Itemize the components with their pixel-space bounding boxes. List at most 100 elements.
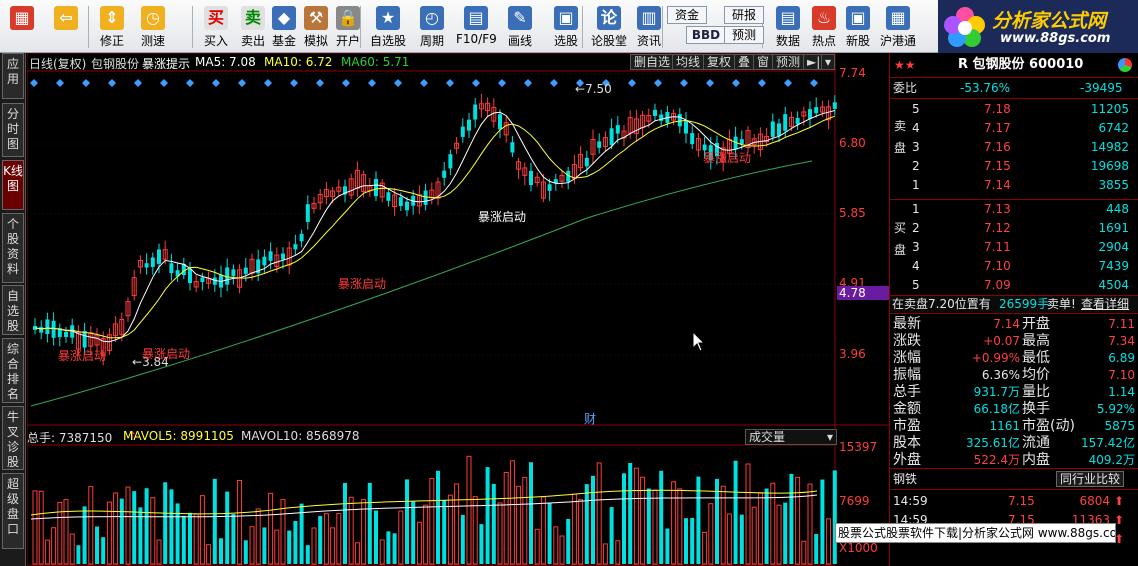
period-clock-icon: ◴ <box>420 6 444 30</box>
signal-diamond <box>264 79 272 87</box>
toolbar-button-select-stock[interactable]: ▣ 选股 <box>546 4 586 52</box>
volume-bar <box>249 526 255 565</box>
toolbar-button-buy[interactable]: 买买入 <box>200 4 232 52</box>
candle-body <box>770 121 775 137</box>
left-tab-7[interactable]: 超级盘口 <box>2 473 24 549</box>
toolbar-button-news[interactable]: ▥ 资讯 <box>633 4 665 52</box>
volume-bar <box>739 514 744 564</box>
buy-level-row[interactable]: 1 7.13 448 <box>890 201 1138 217</box>
volume-bar <box>330 527 336 565</box>
signal-diamond <box>550 79 558 87</box>
volume-bar <box>44 539 50 565</box>
y-tick: 6.80 <box>839 136 866 150</box>
candle-body <box>510 142 515 153</box>
ma-toggle-button[interactable]: 均线 <box>672 54 705 70</box>
toolbar-button-up-down[interactable]: ⇕ 修正 <box>95 4 129 52</box>
volume-bar <box>485 467 490 564</box>
sell-level-row[interactable]: 3 7.16 14982 <box>890 139 1138 155</box>
up-arrow-icon: ⬆ <box>1114 494 1125 508</box>
volume-unit: X1000 <box>839 541 878 555</box>
toolbar-button-fire[interactable]: ♨ 热点 <box>808 4 840 52</box>
adjust-button[interactable]: 复权 <box>703 54 736 70</box>
volume-indicator-select[interactable]: 成交量 ▾ <box>745 429 837 445</box>
sell-level-row[interactable]: 1 7.14 3855 <box>890 177 1138 193</box>
candle-body <box>609 128 614 146</box>
buy-level-row[interactable]: 3 7.11 2904 <box>890 239 1138 255</box>
toolbar-button-fund[interactable]: ◆ 基金 <box>268 4 300 52</box>
toolbar-button-clock[interactable]: ◷ 测速 <box>136 4 170 52</box>
toolbar-button-star-list[interactable]: ★ 自选股 <box>368 4 408 52</box>
candle-body <box>547 184 552 191</box>
toolbar-button-hk-connect[interactable]: ▦ 沪港通 <box>878 4 918 52</box>
sell-level-row[interactable]: 4 7.17 6742 <box>890 120 1138 136</box>
candle-body <box>157 249 161 264</box>
toolbar-button-pe-data[interactable]: ▤ 数据 <box>770 4 806 52</box>
stat-row: 振幅 6.36% 均价 7.10 <box>893 367 1135 383</box>
toolbar-button-discuss[interactable]: 论论股堂 <box>589 4 629 52</box>
buy-level-row[interactable]: 5 7.09 4504 <box>890 277 1138 293</box>
left-tab-4[interactable]: 自选股 <box>2 285 24 335</box>
volume-bar <box>684 518 688 564</box>
sell-level-row[interactable]: 5 7.18 11205 <box>890 101 1138 117</box>
sell-level-row[interactable]: 2 7.15 19698 <box>890 158 1138 174</box>
window-button[interactable]: 窗 <box>753 54 774 70</box>
volume-bar <box>255 508 261 565</box>
volume-bar <box>770 482 776 565</box>
delete-watchlist-button[interactable]: 删自选 <box>630 54 675 70</box>
volume-bar <box>696 476 701 564</box>
volume-bar <box>95 526 99 564</box>
volume-bar <box>447 494 453 565</box>
volume-bar <box>733 460 738 564</box>
toolbar-button-pen[interactable]: ✎ 画线 <box>500 4 540 52</box>
overlay-button[interactable]: 叠 <box>734 54 755 70</box>
volume-bar <box>348 496 354 565</box>
ma60-label: MA60: 5.71 <box>341 55 410 69</box>
volume-bar <box>132 491 137 564</box>
toolbar-button-period-clock[interactable]: ◴ 周期 <box>412 4 452 52</box>
volume-bar <box>262 527 267 564</box>
left-tab-3[interactable]: 个股资料 <box>2 213 24 283</box>
toolbar-button-sell[interactable]: 卖卖出 <box>237 4 269 52</box>
candle-body <box>473 104 478 120</box>
buy-level-row[interactable]: 4 7.10 7439 <box>890 258 1138 274</box>
volume-bar <box>479 524 484 564</box>
toolbar-button-grid-app[interactable]: ▦ <box>4 4 40 52</box>
pie-icon[interactable] <box>1118 58 1132 72</box>
candle-body <box>739 139 744 144</box>
toolbar-button-new-stock[interactable]: ▣ 新股 <box>842 4 874 52</box>
industry-compare-button[interactable]: 同行业比较 <box>1056 471 1125 487</box>
finance-event-marker[interactable]: 财 <box>584 410 596 427</box>
stat-row: 总手 931.7万 量比 1.14 <box>893 384 1135 400</box>
left-tab-5[interactable]: 综合排名 <box>2 338 24 403</box>
candle-body <box>442 170 447 178</box>
pen-icon: ✎ <box>508 6 532 30</box>
ad-banner[interactable]: 股票公式股票软件下载|分析家公式网 www.88gs.com <box>835 523 1116 543</box>
toolbar-button-f10[interactable]: ▤ F10/F9 <box>456 4 497 52</box>
chevron-down-icon[interactable]: ▾ <box>821 54 836 70</box>
volume-bar <box>503 471 509 565</box>
toolbar-button-label: 基金 <box>271 34 296 48</box>
volume-bar <box>88 486 94 565</box>
volume-bar <box>472 496 478 565</box>
toolbar-button-back-arrow[interactable]: ⇦ <box>46 4 86 52</box>
industry-row: 钢铁 同行业比较 <box>890 471 1138 487</box>
star-icon[interactable]: ★★ <box>894 55 916 75</box>
volume-bar <box>150 497 156 565</box>
volume-bar <box>379 539 385 565</box>
left-tab-2[interactable]: K线图 <box>2 160 24 210</box>
pe-data-icon: ▤ <box>776 6 800 30</box>
left-tab-1[interactable]: 分时图 <box>2 103 24 157</box>
candle-body <box>460 126 465 137</box>
volume-bar <box>237 479 243 565</box>
toolbar-button-hammer[interactable]: ⚒ 模拟 <box>300 4 332 52</box>
buy-level-row[interactable]: 2 7.12 1691 <box>890 220 1138 236</box>
left-tab-0[interactable]: 应用 <box>2 53 24 99</box>
view-detail-link[interactable]: 查看详细 <box>1081 296 1129 312</box>
candle-body <box>832 102 837 109</box>
candle-body <box>305 204 310 222</box>
left-tab-6[interactable]: 牛叉诊股 <box>2 406 24 470</box>
forecast-button[interactable]: 预测 <box>772 54 805 70</box>
volume-bar <box>633 467 639 565</box>
toolbar-button-lock[interactable]: 🔒 开户 <box>332 4 364 52</box>
volume-bar <box>602 543 608 565</box>
